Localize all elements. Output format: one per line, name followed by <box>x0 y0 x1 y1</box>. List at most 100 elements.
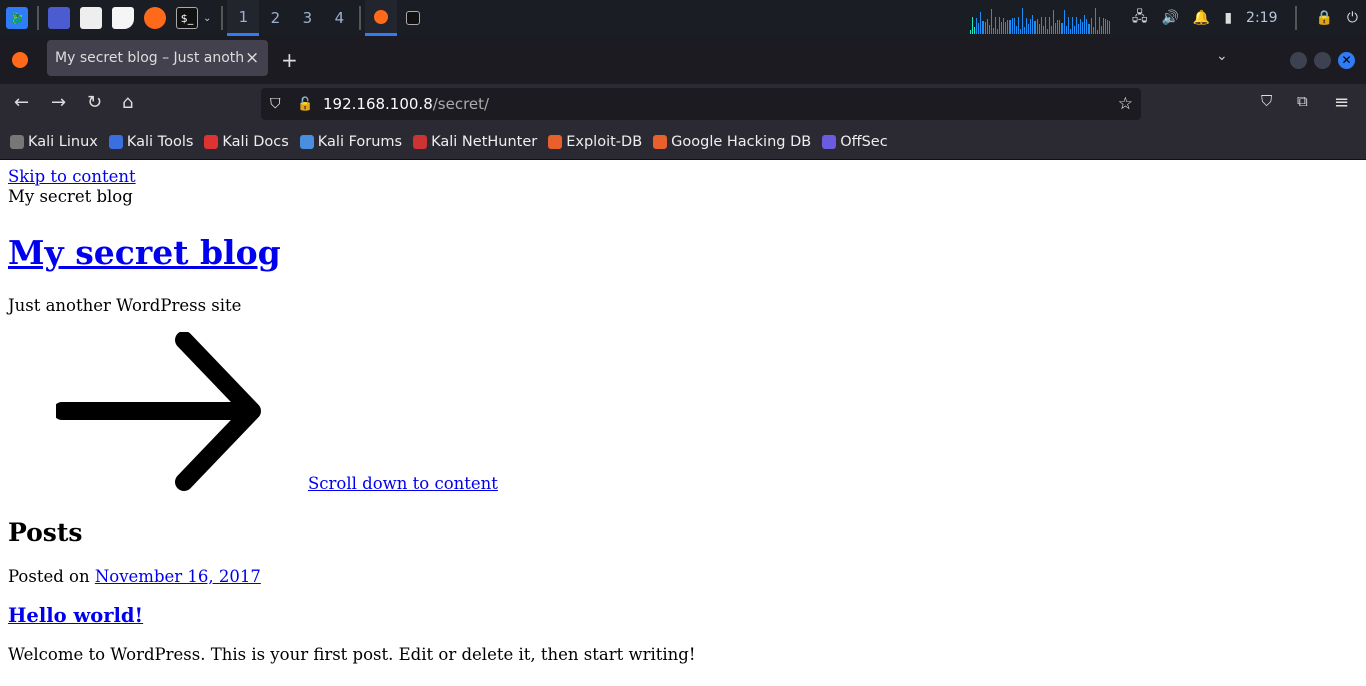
bookmarks-toolbar: Kali Linux Kali Tools Kali Docs Kali Forums… <box>0 124 1366 160</box>
tab-close-icon[interactable]: × <box>245 48 259 68</box>
kali-menu-icon[interactable]: 🐉 <box>6 7 28 29</box>
site-name: My secret blog <box>8 187 133 206</box>
notification-bell-icon[interactable]: 🔔 <box>1193 10 1210 26</box>
graph-bar <box>982 20 984 34</box>
skip-to-content-link[interactable]: Skip to content <box>8 167 136 186</box>
pocket-icon[interactable]: ⛉ <box>1261 92 1272 110</box>
bookmark-item[interactable]: Google Hacking DB <box>653 134 811 150</box>
bookmark-item[interactable]: OffSec <box>822 134 888 150</box>
graph-bar <box>1040 17 1042 34</box>
graph-bar <box>1021 8 1024 34</box>
graph-bar <box>1100 26 1102 34</box>
post-meta: Posted on November 16, 2017 <box>8 567 1366 586</box>
back-icon[interactable]: ← <box>14 92 29 113</box>
terminal-icon[interactable]: $_ <box>176 7 198 29</box>
reload-icon[interactable]: ↻ <box>87 92 102 113</box>
site-title: My secret blog <box>8 233 1366 273</box>
graph-bar <box>1078 24 1080 34</box>
new-tab-button[interactable]: + <box>281 48 298 72</box>
bookmark-item[interactable]: Kali Tools <box>108 134 193 150</box>
bookmark-item[interactable]: Kali Forums <box>299 134 402 150</box>
graph-bar <box>1026 17 1028 34</box>
firefox-icon[interactable] <box>144 7 166 29</box>
graph-bar <box>974 26 976 34</box>
menu-icon[interactable]: ≡ <box>1334 92 1349 113</box>
site-title-link[interactable]: My secret blog <box>8 233 281 272</box>
graph-bar <box>988 24 990 34</box>
bookmark-label: OffSec <box>840 133 888 150</box>
bookmark-item[interactable]: Kali Docs <box>204 133 289 150</box>
graph-bar <box>1044 16 1046 34</box>
bookmark-label: Kali Linux <box>28 133 98 150</box>
separator <box>37 6 39 30</box>
bookmark-item[interactable]: Exploit-DB <box>548 134 642 150</box>
list-tabs-icon[interactable]: ⌄ <box>1216 48 1228 64</box>
graph-bar <box>1098 16 1100 34</box>
bookmark-item[interactable]: Kali NetHunter <box>413 134 537 150</box>
tab-active[interactable]: My secret blog – Just another WordPress … <box>47 40 268 76</box>
bookmark-label: Google Hacking DB <box>671 133 812 150</box>
graph-bar <box>1046 29 1048 34</box>
desktop-icon[interactable] <box>48 7 70 29</box>
shield-icon[interactable]: ⛉ <box>270 96 281 112</box>
clock[interactable]: 2:19 <box>1246 10 1277 26</box>
graph-bar <box>1015 26 1017 34</box>
terminal-window-button[interactable] <box>397 0 429 36</box>
graph-bar <box>1080 18 1082 34</box>
post-title: Hello world! <box>8 604 1366 627</box>
graph-bar <box>1103 17 1105 34</box>
tab-title: My secret blog – Just another WordPress … <box>55 50 243 66</box>
post-excerpt: Welcome to WordPress. This is your first… <box>8 645 696 664</box>
url-host: 192.168.100.8 <box>323 95 433 113</box>
firefox-window-button[interactable] <box>365 0 398 36</box>
workspace-2[interactable]: 2 <box>259 0 291 36</box>
arrow-right-icon[interactable] <box>56 332 262 494</box>
minimize-button[interactable] <box>1290 52 1307 69</box>
firefox-view-icon[interactable] <box>12 52 28 68</box>
text-editor-icon[interactable] <box>112 7 134 29</box>
home-icon[interactable]: ⌂ <box>122 92 133 113</box>
graph-bar <box>997 28 999 34</box>
scroll-down-link[interactable]: Scroll down to content <box>308 474 498 493</box>
lock-icon[interactable]: 🔒 <box>1315 10 1332 26</box>
graph-bar <box>1075 17 1078 34</box>
close-window-button[interactable]: ✕ <box>1338 52 1355 69</box>
bookmark-favicon-icon <box>10 134 24 149</box>
logout-icon[interactable]: ⏻ <box>1347 10 1358 26</box>
bookmark-item[interactable]: Kali Linux <box>10 134 98 150</box>
battery-icon[interactable]: ▮ <box>1224 10 1232 26</box>
graph-bar <box>1003 18 1005 34</box>
url-bar[interactable]: ⛉ 🔓 192.168.100.8/secret/ ☆ <box>261 88 1141 120</box>
insecure-lock-icon[interactable]: 🔓 <box>297 97 313 112</box>
bookmark-favicon-icon <box>413 134 428 149</box>
separator <box>221 6 224 30</box>
graph-bar <box>1055 22 1057 34</box>
graph-bar <box>1071 16 1073 34</box>
graph-bar <box>1013 18 1015 34</box>
url-path: /secret/ <box>432 95 490 113</box>
forward-icon[interactable]: → <box>51 92 66 113</box>
post-title-link[interactable]: Hello world! <box>8 604 143 627</box>
graph-bar <box>986 18 988 34</box>
network-icon[interactable]: 🖧 <box>1132 6 1148 30</box>
workspace-1[interactable]: 1 <box>227 0 260 36</box>
workspace-3[interactable]: 3 <box>291 0 323 36</box>
navigation-bar: ← → ↻ ⌂ ⛉ 🔓 192.168.100.8/secret/ ☆ ⛉ ⧉ … <box>0 84 1366 124</box>
graph-bar <box>1034 21 1036 34</box>
extensions-icon[interactable]: ⧉ <box>1297 92 1308 110</box>
tab-strip: My secret blog – Just another WordPress … <box>0 36 1366 84</box>
graph-bar <box>972 16 974 34</box>
bookmark-favicon-icon <box>653 134 668 149</box>
bookmark-favicon-icon <box>204 134 219 149</box>
graph-bar <box>1032 15 1034 34</box>
bookmark-label: Kali Docs <box>222 133 289 150</box>
bookmark-star-icon[interactable]: ☆ <box>1118 94 1133 114</box>
maximize-button[interactable] <box>1314 52 1331 69</box>
graph-bar <box>1009 19 1011 34</box>
file-manager-icon[interactable] <box>80 7 102 29</box>
bookmark-favicon-icon <box>299 134 314 149</box>
volume-icon[interactable]: 🔊 <box>1161 10 1178 26</box>
chevron-down-icon[interactable]: ⌄ <box>203 13 211 24</box>
workspace-4[interactable]: 4 <box>323 0 355 36</box>
post-date-link[interactable]: November 16, 2017 <box>95 567 261 586</box>
